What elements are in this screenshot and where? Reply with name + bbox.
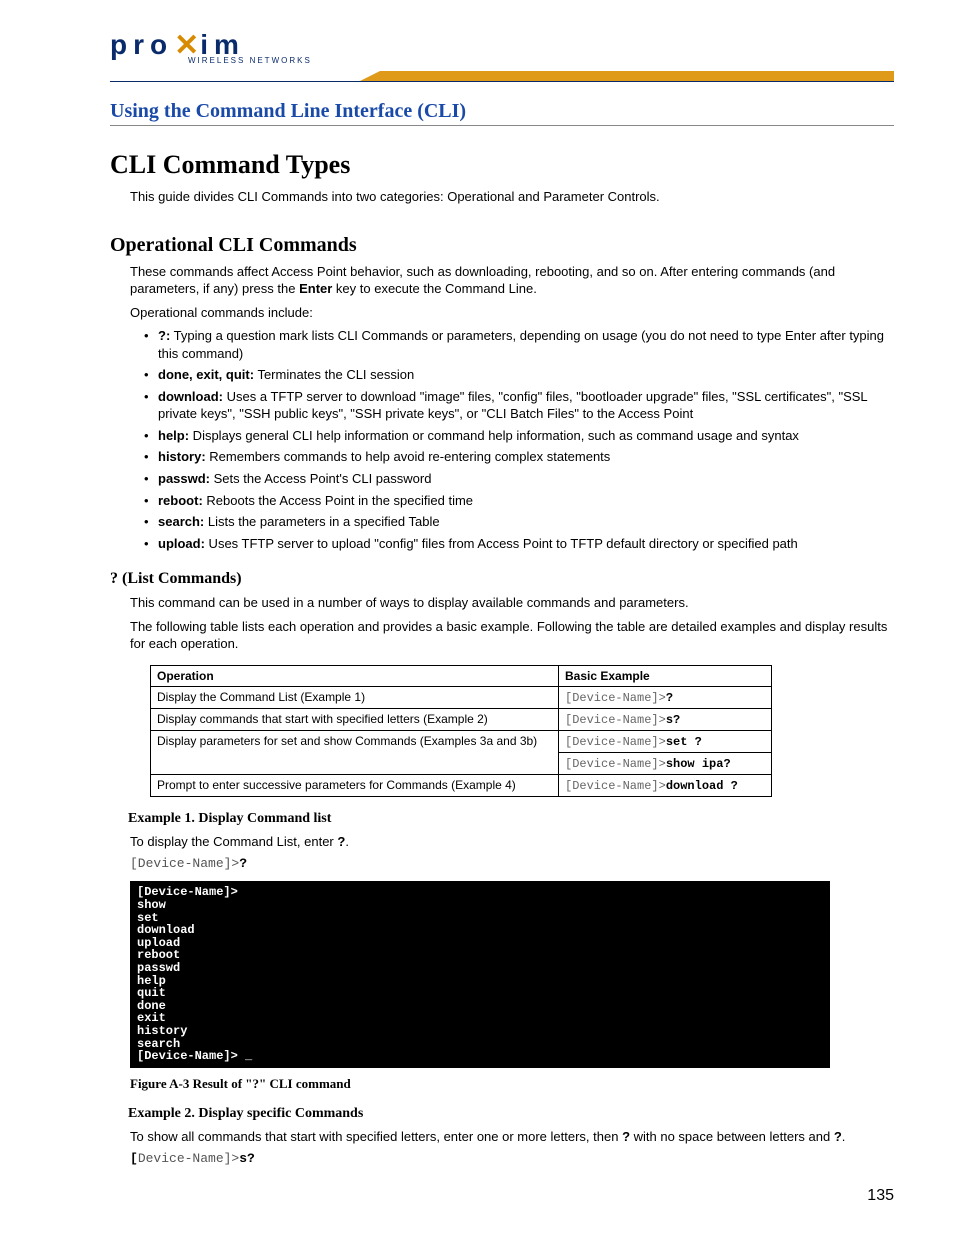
list-item: upload: Uses TFTP server to upload "conf…	[144, 535, 894, 553]
table-cell-example: [Device-Name]>?	[559, 686, 772, 708]
example2-heading: Example 2. Display specific Commands	[128, 1106, 894, 1122]
table-row: Display the Command List (Example 1)[Dev…	[151, 686, 772, 708]
table-cell-operation: Prompt to enter successive parameters fo…	[151, 774, 559, 796]
list-item: search: Lists the parameters in a specif…	[144, 513, 894, 531]
list-commands-p2: The following table lists each operation…	[130, 618, 894, 653]
list-commands-heading: ? (List Commands)	[110, 570, 894, 588]
list-item: help: Displays general CLI help informat…	[144, 427, 894, 445]
operational-intro-2: Operational commands include:	[130, 304, 894, 322]
table-cell-operation: Display commands that start with specifi…	[151, 708, 559, 730]
table-header-example: Basic Example	[559, 665, 772, 686]
operational-command-list: ?: Typing a question mark lists CLI Comm…	[144, 327, 894, 552]
table-row: Display parameters for set and show Comm…	[151, 730, 772, 752]
logo-x-icon: ✕	[174, 31, 199, 61]
logo-text-left: pro	[110, 31, 173, 59]
table-cell-example: [Device-Name]>s?	[559, 708, 772, 730]
operational-heading: Operational CLI Commands	[110, 234, 894, 257]
operations-table: Operation Basic Example Display the Comm…	[150, 665, 772, 797]
table-cell-operation: Display the Command List (Example 1)	[151, 686, 559, 708]
section-title: Using the Command Line Interface (CLI)	[110, 100, 894, 126]
figure-caption: Figure A-3 Result of "?" CLI command	[130, 1076, 894, 1092]
list-item: passwd: Sets the Access Point's CLI pass…	[144, 470, 894, 488]
table-cell-operation: Display parameters for set and show Comm…	[151, 730, 559, 774]
table-cell-example: [Device-Name]>show ipa?	[559, 752, 772, 774]
list-item: download: Uses a TFTP server to download…	[144, 388, 894, 423]
page-heading: CLI Command Types	[110, 150, 894, 180]
terminal-output: [Device-Name]> show set download upload …	[130, 881, 830, 1067]
logo-subtitle: WIRELESS NETWORKS	[188, 56, 894, 65]
table-cell-example: [Device-Name]>set ?	[559, 730, 772, 752]
table-row: Display commands that start with specifi…	[151, 708, 772, 730]
header-divider	[110, 71, 894, 82]
list-item: reboot: Reboots the Access Point in the …	[144, 492, 894, 510]
table-header-operation: Operation	[151, 665, 559, 686]
example2-text: To show all commands that start with spe…	[130, 1128, 894, 1146]
logo-block: pro✕im WIRELESS NETWORKS	[110, 30, 894, 65]
list-item: history: Remembers commands to help avoi…	[144, 448, 894, 466]
intro-text: This guide divides CLI Commands into two…	[130, 188, 894, 206]
example1-text: To display the Command List, enter ?.	[130, 833, 894, 851]
table-cell-example: [Device-Name]>download ?	[559, 774, 772, 796]
list-item: done, exit, quit: Terminates the CLI ses…	[144, 366, 894, 384]
example1-code: [Device-Name]>?	[130, 856, 894, 871]
table-row: Prompt to enter successive parameters fo…	[151, 774, 772, 796]
operational-intro-1: These commands affect Access Point behav…	[130, 263, 894, 298]
logo-text-right: im	[200, 31, 245, 59]
page-number: 135	[867, 1187, 894, 1205]
example1-heading: Example 1. Display Command list	[128, 811, 894, 827]
list-item: ?: Typing a question mark lists CLI Comm…	[144, 327, 894, 362]
example2-code: [Device-Name]>s?	[130, 1151, 894, 1166]
list-commands-p1: This command can be used in a number of …	[130, 594, 894, 612]
